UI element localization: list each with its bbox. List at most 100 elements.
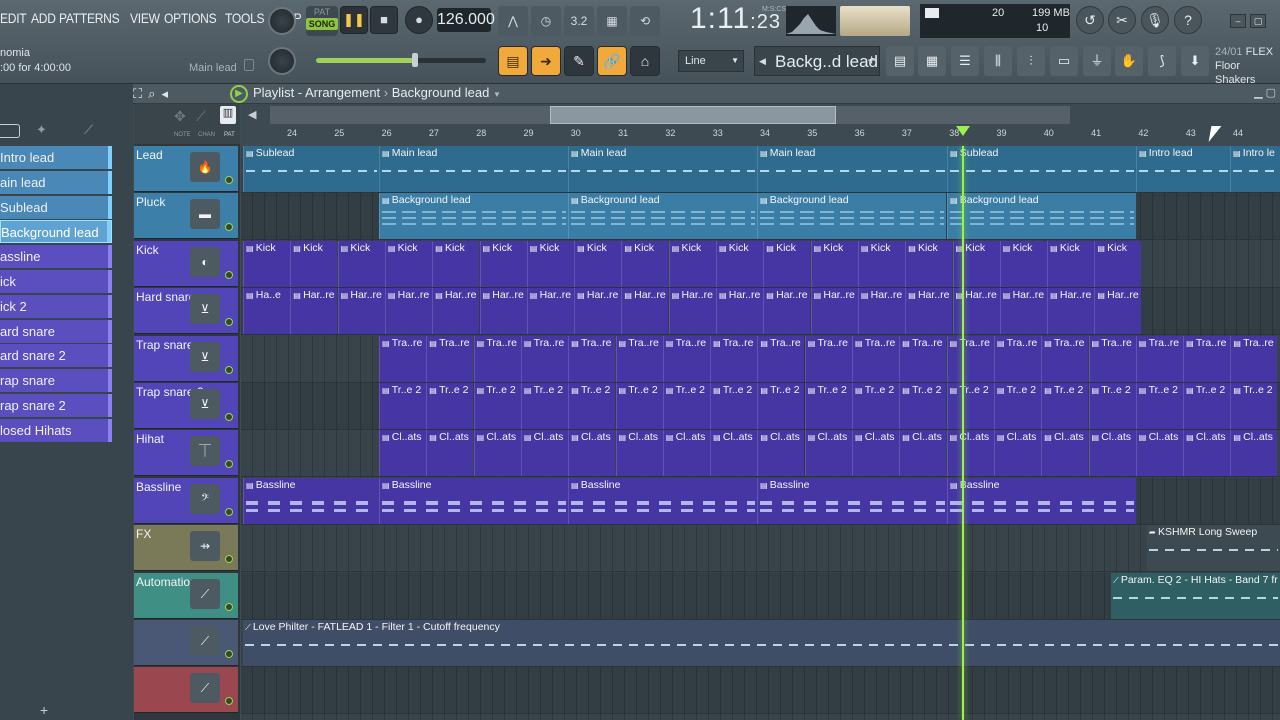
channel-rack-button[interactable]: ☰ — [951, 46, 979, 76]
hard-snare-clip[interactable]: Har..re — [337, 288, 385, 335]
wait-for-input-button[interactable]: ◷ — [531, 6, 561, 36]
master-volume-handle[interactable] — [412, 53, 418, 67]
playlist-pattern[interactable]: Background lead — [392, 85, 490, 100]
track-lane[interactable] — [241, 667, 1280, 715]
pattern-item[interactable]: losed Hihats — [0, 418, 112, 442]
select-tool-icon[interactable]: ⛶ — [133, 86, 142, 102]
trap-snare-clip[interactable]: Tra..re — [993, 335, 1041, 382]
hard-snare-clip[interactable]: Har..re — [1047, 288, 1095, 335]
track-header[interactable]: Hihat ⏉ — [134, 430, 238, 477]
playlist-overview-scroller[interactable] — [270, 106, 1070, 124]
hihat-clip[interactable]: Cl..ats — [899, 430, 947, 477]
trap-snare-clip[interactable]: Tra..re — [804, 335, 852, 382]
pluck-clip[interactable]: Background lead — [568, 193, 757, 240]
hard-snare-clip[interactable]: Har..re — [999, 288, 1047, 335]
browser-button[interactable]: ▭ — [1050, 46, 1078, 76]
hard-snare-clip[interactable]: Har..re — [952, 288, 1000, 335]
kick-clip[interactable]: Kick — [337, 240, 385, 287]
bassline-clip[interactable]: Bassline — [757, 477, 947, 524]
tempo-display[interactable]: 126.000 — [437, 8, 495, 32]
pattern-item[interactable]: rap snare 2 — [0, 393, 112, 417]
trap-snare-2-clip[interactable]: Tr..e 2 — [1230, 383, 1278, 429]
kick-clip[interactable]: Kick — [290, 240, 338, 287]
fx-audio-clip[interactable]: KSHMR Long Sweep — [1147, 525, 1280, 572]
pluck-clip[interactable]: Background lead — [379, 193, 568, 240]
trap-snare-2-clip[interactable]: Tr..e 2 — [568, 383, 616, 429]
playlist-button[interactable]: ▤ — [886, 46, 914, 76]
track-header[interactable]: Hard snare ⊻ — [134, 288, 238, 335]
pluck-clip[interactable]: Background lead — [947, 193, 1136, 240]
hihat-clip[interactable]: Cl..ats — [710, 430, 758, 477]
trap-snare-clip[interactable]: Tra..re — [757, 335, 805, 382]
kick-clip[interactable]: Kick — [716, 240, 763, 287]
hard-snare-clip[interactable]: Har..re — [526, 288, 574, 335]
pat-song-toggle[interactable]: PAT SONG — [306, 6, 338, 36]
track-header[interactable]: Trap snare 2 ⊻ — [134, 383, 238, 429]
kick-clip[interactable]: Kick — [999, 240, 1047, 287]
snap-select[interactable]: Line ▼ — [678, 50, 744, 72]
trap-snare-clip[interactable]: Tra..re — [615, 335, 663, 382]
track-mute-led[interactable] — [225, 650, 233, 658]
master-volume-knob[interactable] — [268, 7, 296, 35]
trap-snare-2-clip[interactable]: Tr..e 2 — [1088, 383, 1136, 429]
trap-snare-2-clip[interactable]: Tr..e 2 — [473, 383, 521, 429]
kick-clip[interactable]: Kick — [621, 240, 669, 287]
kick-clip[interactable]: Kick — [952, 240, 1000, 287]
track-mute-led[interactable] — [225, 602, 233, 611]
trap-snare-clip[interactable]: Tra..re — [710, 335, 758, 382]
browser-link-icon[interactable]: ⟋ — [84, 122, 93, 138]
track-mute-led[interactable] — [225, 318, 233, 327]
hihat-clip[interactable]: Cl..ats — [426, 430, 474, 477]
kick-clip[interactable]: Kick — [857, 240, 905, 287]
hard-snare-clip[interactable]: Har..re — [621, 288, 669, 335]
metronome-tool-button[interactable]: ⌂ — [630, 46, 660, 76]
trap-snare-clip[interactable]: Tra..re — [520, 335, 568, 382]
trap-snare-clip[interactable]: Tra..re — [1135, 335, 1183, 382]
automation-clip[interactable]: Param. EQ 2 - HI Hats - Band 7 fr — [1111, 572, 1280, 619]
plugin-picker-button[interactable]: ⫶ — [1017, 46, 1045, 76]
hihat-clip[interactable]: Cl..ats — [852, 430, 899, 477]
hihat-clip[interactable]: Cl..ats — [993, 430, 1041, 477]
plugin-database-button[interactable]: ⏚ — [1083, 46, 1111, 76]
track-header[interactable]: Trap snare ⊻ — [134, 335, 238, 382]
menu-options[interactable]: OPTIONS — [164, 10, 217, 30]
hihat-clip[interactable]: Cl..ats — [1183, 430, 1231, 477]
track-header[interactable]: Lead 🔥 — [134, 146, 238, 192]
script-button[interactable]: ⟆ — [1148, 46, 1176, 76]
playhead[interactable] — [962, 146, 964, 720]
trap-snare-clip[interactable]: Tra..re — [473, 335, 521, 382]
hard-snare-clip[interactable]: Har..re — [668, 288, 716, 335]
kick-clip[interactable]: Kick — [479, 240, 527, 287]
trap-snare-2-clip[interactable]: Tr..e 2 — [1041, 383, 1089, 429]
hihat-clip[interactable]: Cl..ats — [520, 430, 568, 477]
pattern-item[interactable]: Intro lead — [0, 146, 112, 169]
hard-snare-clip[interactable]: Har..re — [810, 288, 858, 335]
cut-button[interactable]: ✂ — [1108, 6, 1136, 34]
draw-tool-button[interactable]: ✎ — [564, 46, 594, 76]
trap-snare-clip[interactable]: Tra..re — [1230, 335, 1278, 382]
track-mute-led[interactable] — [225, 697, 233, 706]
record-audio-button[interactable]: 🎙 — [1141, 6, 1169, 34]
pluck-clip[interactable]: Background lead — [757, 193, 946, 240]
menu-tools[interactable]: TOOLS — [225, 10, 265, 30]
hard-snare-clip[interactable]: Har..re — [763, 288, 811, 335]
menu-add[interactable]: ADD — [31, 10, 56, 30]
hard-snare-clip[interactable]: Har..re — [384, 288, 432, 335]
kick-clip[interactable]: Kick — [668, 240, 716, 287]
scroller-thumb[interactable] — [550, 106, 836, 124]
track-header[interactable]: Kick ◐ — [134, 240, 238, 287]
kick-clip[interactable]: Kick — [763, 240, 811, 287]
trap-snare-clip[interactable]: Tra..re — [852, 335, 899, 382]
zoom-icon[interactable]: ✥ — [174, 108, 186, 125]
bassline-clip[interactable]: Bassline — [379, 477, 568, 524]
menu-edit[interactable]: EDIT — [0, 10, 27, 30]
trap-snare-2-clip[interactable]: Tr..e 2 — [852, 383, 899, 429]
kick-clip[interactable]: Kick — [905, 240, 953, 287]
minimize-button[interactable]: – — [1230, 14, 1246, 28]
hard-snare-clip[interactable]: Har..re — [290, 288, 338, 335]
kick-clip[interactable]: Kick — [526, 240, 574, 287]
track-mute-led[interactable] — [225, 460, 233, 469]
next-button[interactable]: ➜ — [531, 46, 561, 76]
hihat-clip[interactable]: Cl..ats — [568, 430, 616, 477]
lead-clip[interactable]: Main lead — [379, 146, 568, 192]
